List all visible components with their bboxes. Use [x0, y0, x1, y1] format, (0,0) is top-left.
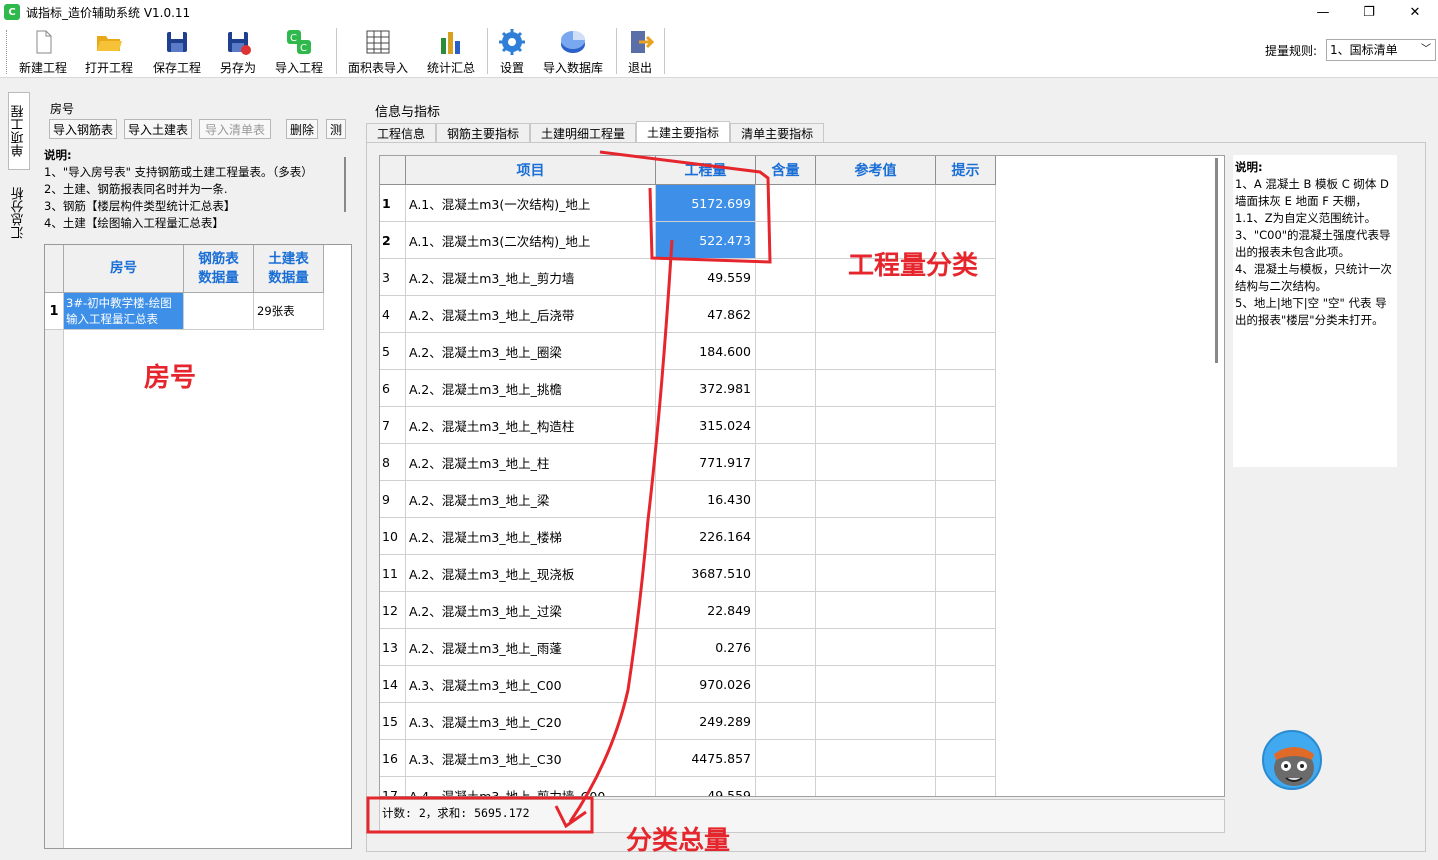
- total-highlight-box: [366, 796, 594, 834]
- pointer-arrow-stroke: [568, 239, 674, 823]
- annotation-room-number: 房号: [144, 363, 197, 393]
- qty-highlight-stroke: [599, 150, 772, 264]
- annotation-total: 分类总量: [626, 826, 731, 856]
- annotation-overlay: [366, 150, 772, 834]
- arrow-head: [554, 805, 587, 829]
- annotation-quantity-class: 工程量分类: [848, 251, 979, 281]
